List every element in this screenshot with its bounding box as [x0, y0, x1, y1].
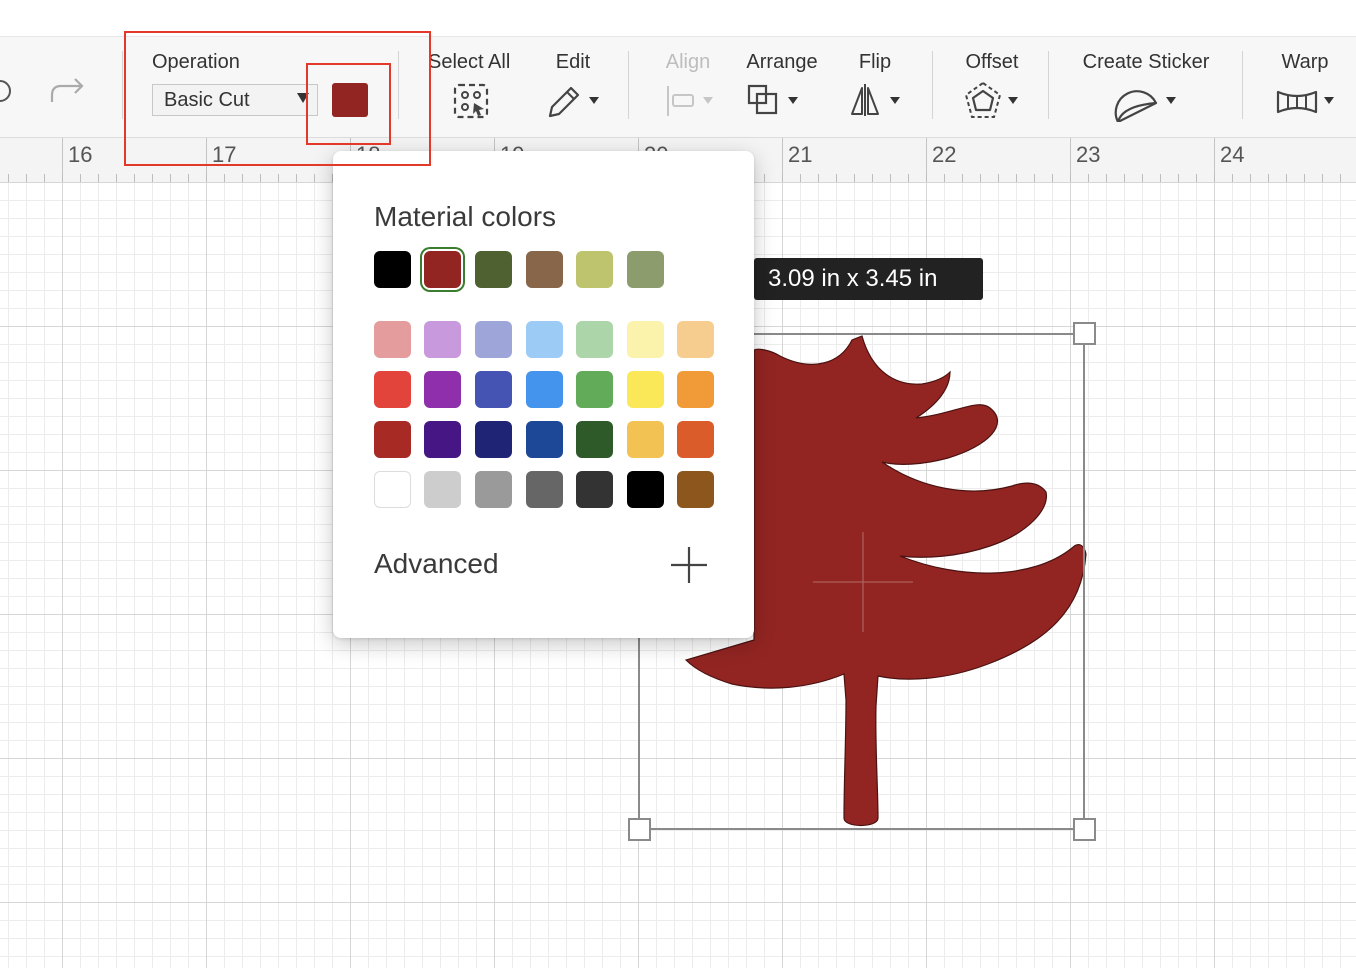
material-color-swatch[interactable]	[424, 251, 461, 288]
palette-color-swatch[interactable]	[526, 321, 563, 358]
palette-color-swatch[interactable]	[526, 371, 563, 408]
material-color-swatch[interactable]	[576, 251, 613, 288]
advanced-label: Advanced	[374, 548, 499, 579]
palette-color-swatch[interactable]	[374, 421, 411, 458]
palette-color-swatch[interactable]	[475, 421, 512, 458]
palette-color-swatch[interactable]	[576, 471, 613, 508]
palette-color-swatch[interactable]	[627, 471, 664, 508]
palette-color-swatch[interactable]	[424, 321, 461, 358]
palette-color-swatch[interactable]	[475, 371, 512, 408]
palette-color-swatch[interactable]	[424, 421, 461, 458]
palette-color-swatch[interactable]	[374, 471, 411, 508]
palette-color-swatch[interactable]	[424, 471, 461, 508]
color-popover: Material colors Advanced	[333, 151, 754, 638]
palette-color-swatch[interactable]	[374, 371, 411, 408]
palette-color-swatch[interactable]	[576, 371, 613, 408]
palette-color-swatch[interactable]	[627, 321, 664, 358]
material-colors-heading: Material colors	[374, 201, 557, 232]
material-color-swatch[interactable]	[526, 251, 563, 288]
palette-color-swatch[interactable]	[526, 471, 563, 508]
plus-icon[interactable]	[671, 547, 707, 583]
palette-color-swatch[interactable]	[677, 421, 714, 458]
palette-color-swatch[interactable]	[475, 321, 512, 358]
palette-color-swatch[interactable]	[424, 371, 461, 408]
palette-color-swatch[interactable]	[576, 421, 613, 458]
palette-color-swatch[interactable]	[627, 371, 664, 408]
material-color-swatch[interactable]	[475, 251, 512, 288]
palette-color-swatch[interactable]	[374, 321, 411, 358]
palette-color-swatch[interactable]	[627, 421, 664, 458]
palette-color-swatch[interactable]	[677, 471, 714, 508]
palette-color-swatch[interactable]	[576, 321, 613, 358]
material-color-swatch[interactable]	[627, 251, 664, 288]
palette-color-swatch[interactable]	[677, 371, 714, 408]
palette-color-swatch[interactable]	[475, 471, 512, 508]
resize-handle-bottom-right[interactable]	[1073, 818, 1096, 841]
resize-handle-bottom-left[interactable]	[628, 818, 651, 841]
material-color-swatch[interactable]	[374, 251, 411, 288]
palette-color-swatch[interactable]	[526, 421, 563, 458]
palette-color-swatch[interactable]	[677, 321, 714, 358]
size-badge: 3.09 in x 3.45 in	[754, 258, 983, 300]
resize-handle-top-right[interactable]	[1073, 322, 1096, 345]
